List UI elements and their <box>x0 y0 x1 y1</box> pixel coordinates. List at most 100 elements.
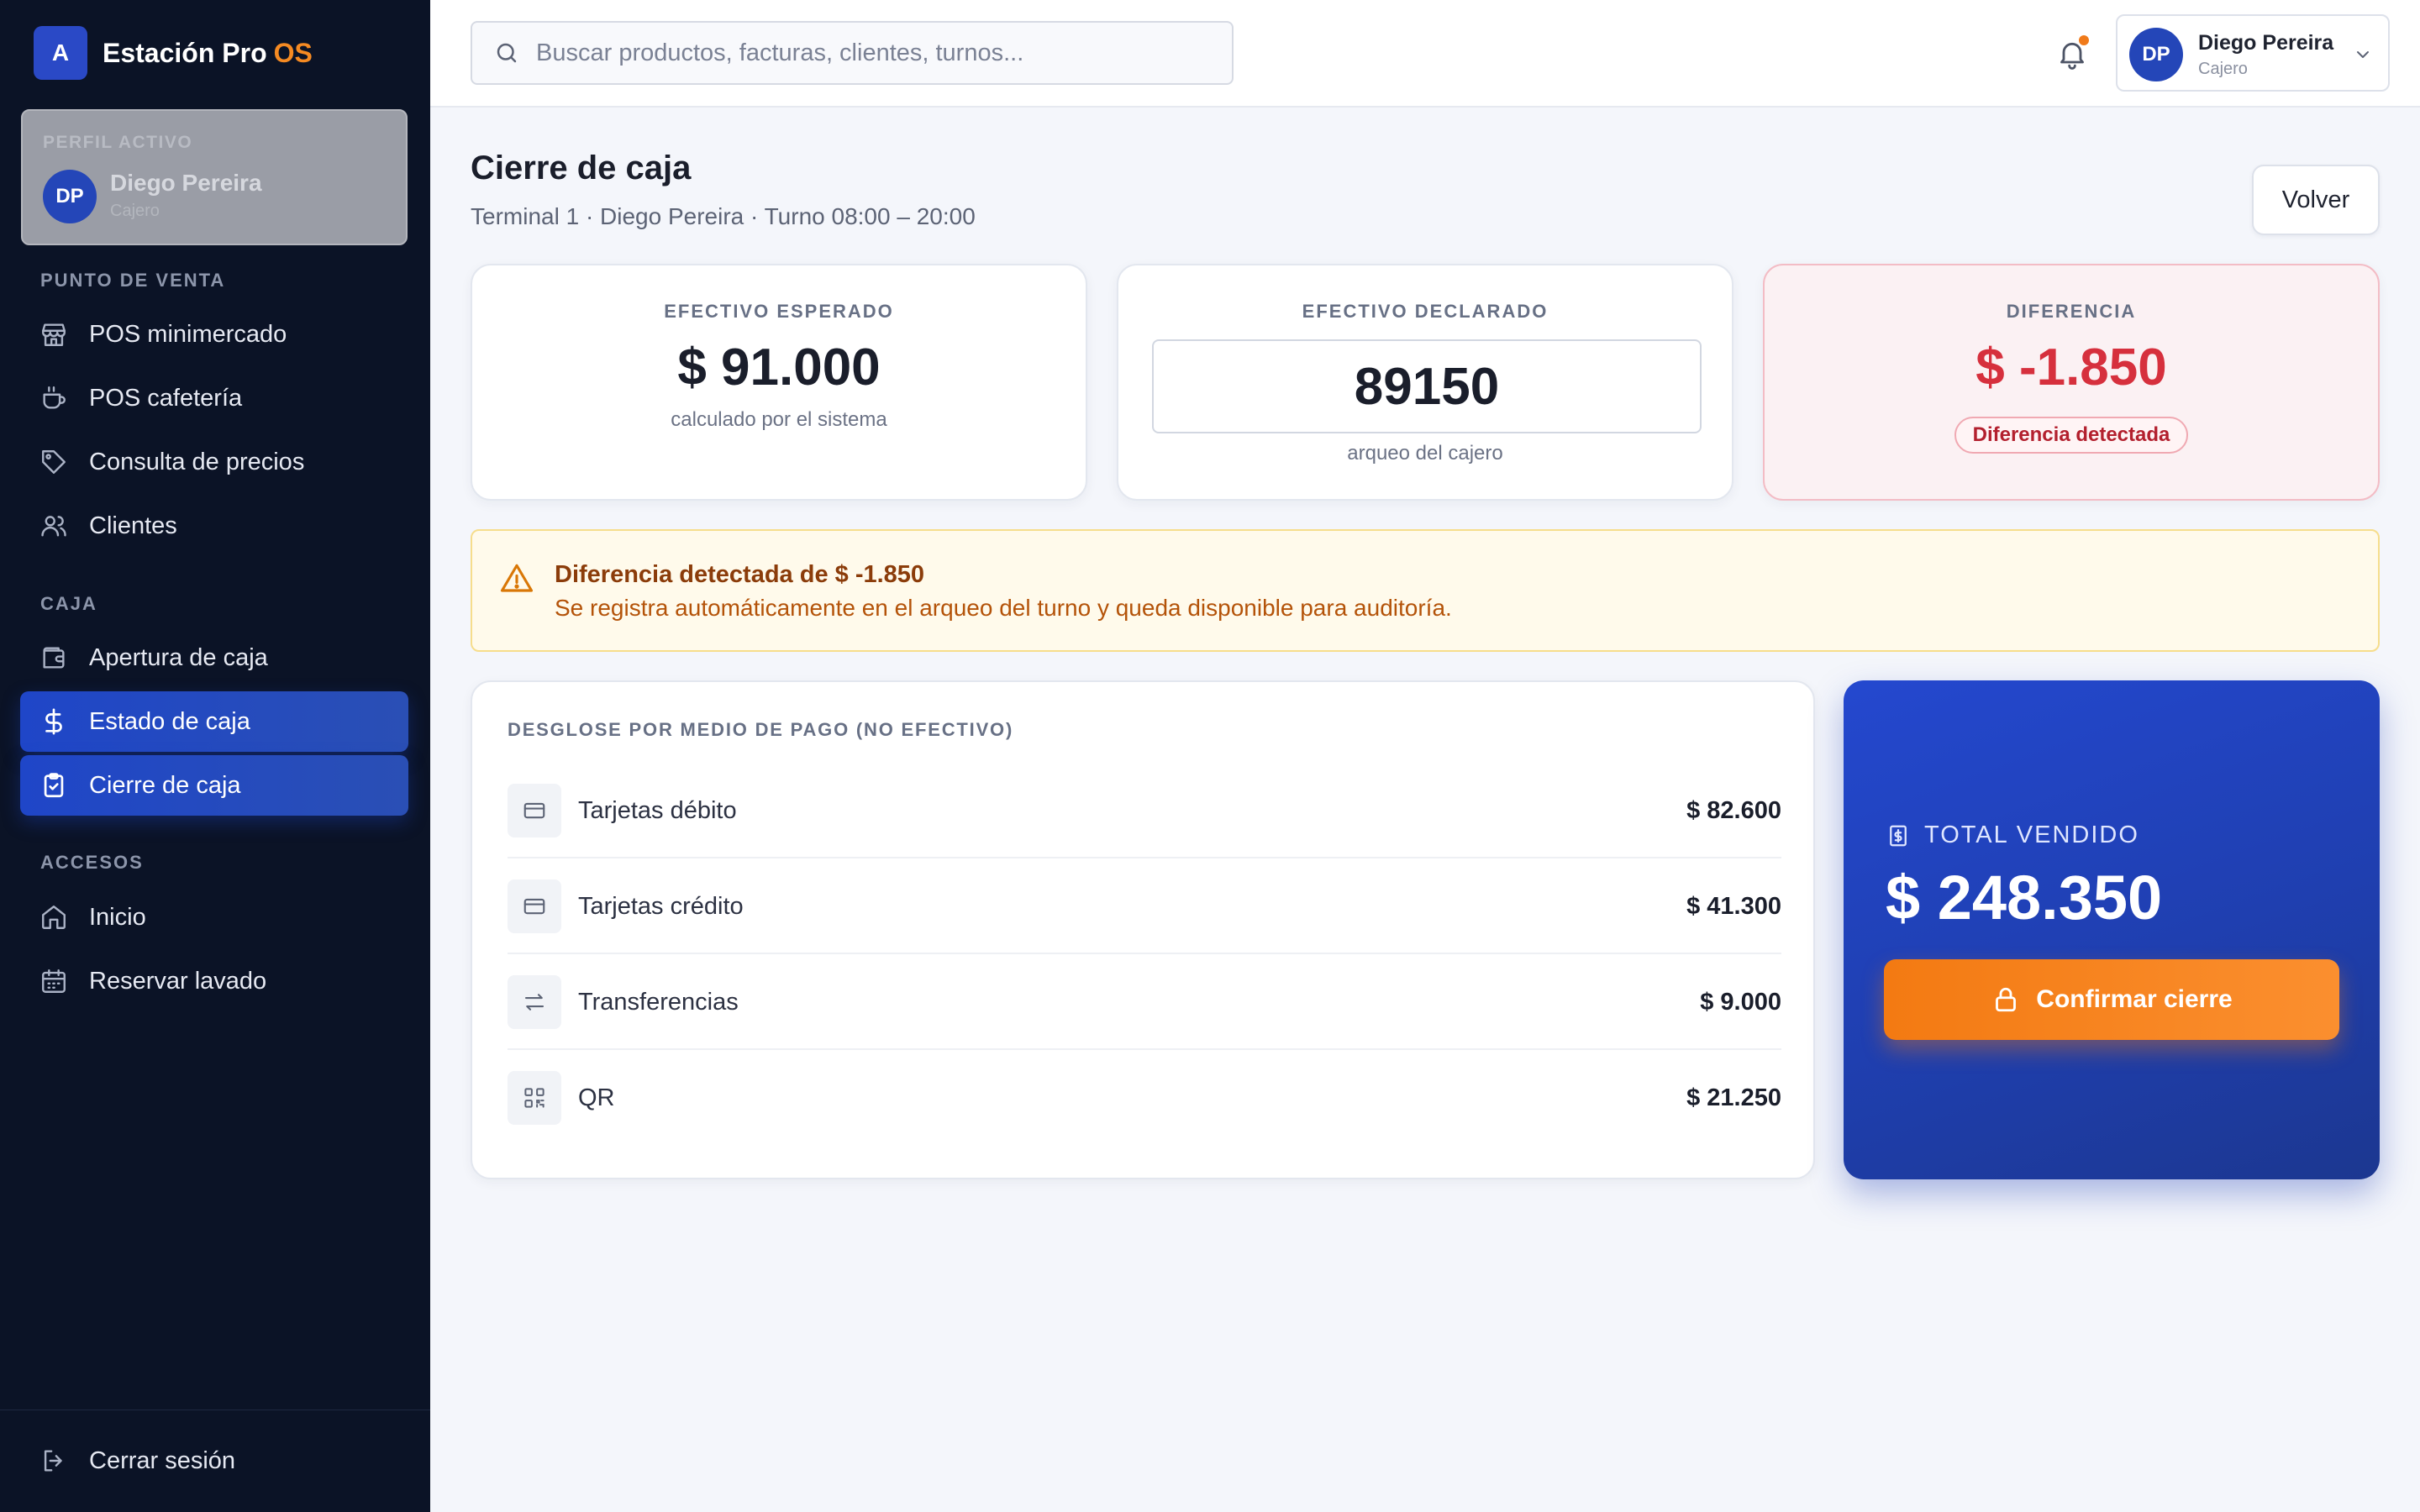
expected-cash-value: $ 91.000 <box>677 339 881 396</box>
declared-cash-note: arqueo del cajero <box>1347 442 1503 465</box>
confirm-close-button[interactable]: Confirmar cierre <box>1884 959 2339 1040</box>
avatar: DP <box>43 170 97 223</box>
sidebar-item-label: Clientes <box>89 512 177 539</box>
sidebar-item-label: Estado de caja <box>89 707 250 735</box>
search-box[interactable] <box>471 21 1234 85</box>
home-icon <box>39 902 69 932</box>
sidebar-item-pos-cafeteria[interactable]: POS cafetería <box>20 368 408 428</box>
total-label-row: TOTAL VENDIDO <box>1886 822 2139 849</box>
payment-method-amount: $ 82.600 <box>1686 796 1781 824</box>
credit-card-icon <box>508 879 561 933</box>
alert-title: Diferencia detectada de $ -1.850 <box>555 561 925 588</box>
sidebar-item-label: Inicio <box>89 903 146 931</box>
credit-card-icon <box>508 784 561 837</box>
sidebar-item-label: POS cafetería <box>89 384 243 412</box>
sidebar-item-label: Reservar lavado <box>89 967 267 995</box>
calendar-icon <box>39 966 69 996</box>
expected-cash-note: calculado por el sistema <box>671 408 887 431</box>
sidebar-item-label: Consulta de precios <box>89 448 305 475</box>
total-label: TOTAL VENDIDO <box>1924 822 2139 848</box>
difference-label: DIFERENCIA <box>2006 301 2137 322</box>
confirm-close-label: Confirmar cierre <box>2036 985 2233 1013</box>
alert-description: Se registra automáticamente en el arqueo… <box>555 595 1452 621</box>
logout-label: Cerrar sesión <box>89 1446 236 1474</box>
search-input[interactable] <box>536 39 1232 67</box>
warning-icon <box>499 561 534 596</box>
payment-method-name: Tarjetas crédito <box>578 892 744 920</box>
profile-role: Cajero <box>110 202 160 220</box>
breakdown-heading: DESGLOSE POR MEDIO DE PAGO (NO EFECTIVO) <box>508 719 1014 740</box>
sidebar: A Estación Pro OS PERFIL ACTIVO DP Diego … <box>0 0 430 1512</box>
back-button[interactable]: Volver <box>2252 165 2380 235</box>
section-label-punto-de-venta: PUNTO DE VENTA <box>40 270 226 291</box>
expected-cash-label: EFECTIVO ESPERADO <box>664 301 894 322</box>
sidebar-item-label: POS minimercado <box>89 320 287 348</box>
section-label-caja: CAJA <box>40 593 97 614</box>
page-title: Cierre de caja <box>471 150 692 186</box>
sidebar-item-label: Apertura de caja <box>89 643 268 671</box>
sidebar-item-inicio[interactable]: Inicio <box>20 887 408 948</box>
total-sold-card: TOTAL VENDIDO $ 248.350 Confirmar cierre <box>1844 680 2380 1179</box>
active-profile-card: PERFIL ACTIVO DP Diego Pereira Cajero <box>21 109 408 245</box>
notification-dot <box>2077 34 2091 47</box>
declared-cash-label: EFECTIVO DECLARADO <box>1302 301 1549 322</box>
logout-button[interactable]: Cerrar sesión <box>20 1431 408 1491</box>
users-icon <box>39 511 69 541</box>
profile-name: Diego Pereira <box>110 170 262 196</box>
list-item: QR $ 21.250 <box>508 1050 1781 1146</box>
coffee-icon <box>39 383 69 413</box>
sidebar-item-clientes[interactable]: Clientes <box>20 496 408 556</box>
list-item: Tarjetas débito $ 82.600 <box>508 763 1781 858</box>
sidebar-item-consulta-de-precios[interactable]: Consulta de precios <box>20 432 408 492</box>
clipboard-check-icon <box>39 770 69 801</box>
qr-code-icon <box>508 1071 561 1125</box>
topbar: DP Diego Pereira Cajero <box>430 0 2420 108</box>
difference-alert: Diferencia detectada de $ -1.850 Se regi… <box>471 529 2380 652</box>
sidebar-item-estado-de-caja[interactable]: Estado de caja <box>20 691 408 752</box>
payment-breakdown-card: DESGLOSE POR MEDIO DE PAGO (NO EFECTIVO)… <box>471 680 1815 1179</box>
tag-icon <box>39 447 69 477</box>
user-menu[interactable]: DP Diego Pereira Cajero <box>2116 14 2390 92</box>
wallet-icon <box>39 643 69 673</box>
payment-method-name: QR <box>578 1084 615 1111</box>
sidebar-item-label: Cierre de caja <box>89 771 241 799</box>
page-subtitle: Terminal 1 · Diego Pereira · Turno 08:00… <box>471 203 976 229</box>
declared-cash-input[interactable] <box>1152 339 1702 433</box>
user-role: Cajero <box>2198 60 2248 78</box>
sidebar-item-reservar-lavado[interactable]: Reservar lavado <box>20 951 408 1011</box>
logout-icon <box>39 1446 69 1476</box>
payment-method-name: Transferencias <box>578 988 739 1016</box>
list-item: Transferencias $ 9.000 <box>508 954 1781 1050</box>
list-item: Tarjetas crédito $ 41.300 <box>508 858 1781 954</box>
status-badge: Diferencia detectada <box>1954 417 2189 454</box>
search-icon <box>492 39 521 67</box>
sidebar-item-pos-minimercado[interactable]: POS minimercado <box>20 304 408 365</box>
payment-method-amount: $ 9.000 <box>1700 988 1781 1016</box>
brand-logo: A <box>34 26 87 80</box>
declared-cash-card: EFECTIVO DECLARADO arqueo del cajero <box>1117 264 1733 501</box>
sidebar-item-apertura-de-caja[interactable]: Apertura de caja <box>20 627 408 688</box>
store-icon <box>39 319 69 349</box>
profile-label: PERFIL ACTIVO <box>43 133 193 152</box>
lock-icon <box>1991 984 2021 1015</box>
section-label-accesos: ACCESOS <box>40 852 144 873</box>
brand-name-accent: OS <box>273 37 313 68</box>
transfer-arrows-icon <box>508 975 561 1029</box>
brand-name: Estación Pro OS <box>103 38 313 69</box>
notifications-button[interactable] <box>2052 34 2092 74</box>
chevron-down-icon <box>2353 45 2373 65</box>
difference-value: $ -1.850 <box>1975 339 2167 396</box>
payment-method-amount: $ 21.250 <box>1686 1084 1781 1111</box>
difference-card: DIFERENCIA $ -1.850 Diferencia detectada <box>1763 264 2380 501</box>
total-value: $ 248.350 <box>1886 863 2163 932</box>
brand[interactable]: A Estación Pro OS <box>34 26 313 80</box>
payment-method-name: Tarjetas débito <box>578 796 737 824</box>
dollar-icon <box>39 706 69 737</box>
brand-name-text: Estación Pro <box>103 37 267 68</box>
payment-method-amount: $ 41.300 <box>1686 892 1781 920</box>
expected-cash-card: EFECTIVO ESPERADO $ 91.000 calculado por… <box>471 264 1087 501</box>
sidebar-item-cierre-de-caja[interactable]: Cierre de caja <box>20 755 408 816</box>
avatar: DP <box>2129 28 2183 81</box>
user-name: Diego Pereira <box>2198 31 2334 55</box>
difference-badge-wrap: Diferencia detectada <box>1765 417 2378 454</box>
